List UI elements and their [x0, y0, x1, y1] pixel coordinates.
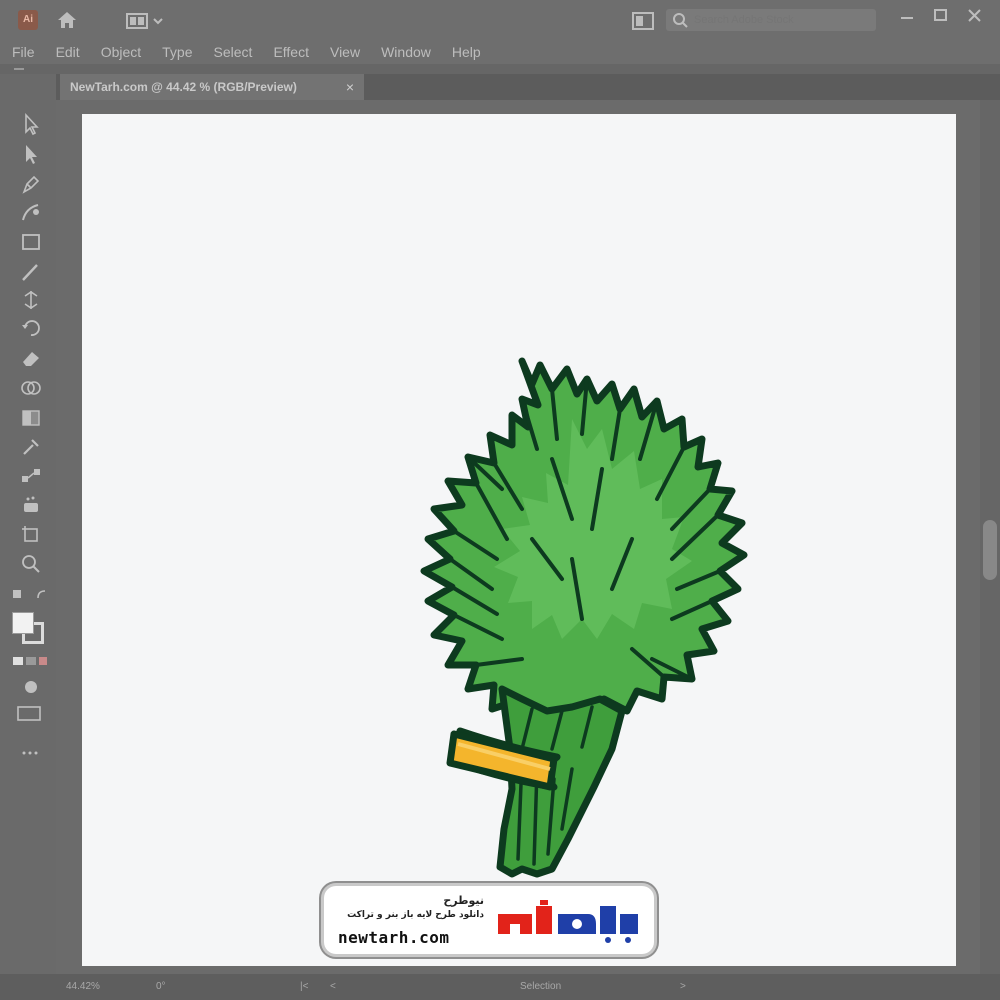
status-mode[interactable]: Selection — [520, 981, 561, 992]
status-menu-icon[interactable]: > — [680, 981, 686, 992]
fill-swatch[interactable] — [12, 612, 34, 634]
newtarh-logo — [498, 900, 638, 943]
zoom-icon[interactable] — [18, 552, 44, 576]
symbol-sprayer-icon[interactable] — [18, 494, 44, 518]
eraser-icon[interactable] — [18, 346, 44, 370]
rotate-icon[interactable] — [18, 316, 44, 340]
draw-mode-icon[interactable] — [18, 678, 44, 696]
menu-effect[interactable]: Effect — [273, 44, 309, 60]
search-box[interactable] — [666, 9, 876, 31]
selection-icon[interactable] — [18, 112, 44, 136]
screen-mode-icon[interactable] — [16, 704, 44, 722]
vertical-scrollbar[interactable] — [980, 100, 1000, 974]
document-tab-bar: NewTarh.com @ 44.42 % (RGB/Preview) × — [56, 74, 1000, 100]
menu-edit[interactable]: Edit — [56, 44, 80, 60]
pen-icon[interactable] — [18, 172, 44, 196]
search-input[interactable] — [694, 12, 864, 28]
menu-view[interactable]: View — [330, 44, 360, 60]
search-icon — [673, 13, 688, 28]
eyedropper-icon[interactable] — [18, 434, 44, 458]
menu-file[interactable]: File — [12, 44, 35, 60]
status-bar: 44.42% 0° |< < Selection > — [0, 974, 1000, 1000]
control-strip — [0, 64, 1000, 74]
blend-icon[interactable] — [18, 464, 44, 488]
arrange-documents-icon[interactable] — [632, 12, 654, 30]
minimize-icon[interactable] — [896, 6, 918, 26]
artboard-icon[interactable] — [18, 522, 44, 546]
menu-bar: File Edit Object Type Select Effect View… — [0, 40, 1000, 64]
close-window-icon[interactable] — [964, 6, 986, 26]
home-icon[interactable] — [56, 10, 78, 30]
watermark-url: newtarh.com — [338, 928, 450, 947]
color-mode-icon[interactable] — [12, 654, 52, 668]
close-tab-icon[interactable]: × — [346, 79, 354, 95]
artboard[interactable] — [82, 114, 956, 966]
menu-type[interactable]: Type — [162, 44, 192, 60]
direct-selection-icon[interactable] — [18, 142, 44, 166]
width-icon[interactable] — [18, 288, 44, 312]
document-tab-title: NewTarh.com @ 44.42 % (RGB/Preview) — [70, 80, 297, 94]
panel-collapse-handle[interactable] — [14, 68, 24, 70]
curvature-icon[interactable] — [18, 200, 44, 224]
title-bar: Ai — [0, 0, 1000, 40]
watermark-subtitle: دانلود طرح لایه باز بنر و تراکت — [347, 910, 484, 920]
document-tab[interactable]: NewTarh.com @ 44.42 % (RGB/Preview) × — [60, 74, 364, 100]
more-tools-icon[interactable] — [20, 744, 40, 755]
menu-help[interactable]: Help — [452, 44, 481, 60]
herb-bunch-illustration[interactable] — [372, 339, 792, 889]
swap-colors-icon[interactable] — [12, 588, 52, 602]
tools-panel — [0, 74, 56, 974]
app-logo: Ai — [18, 10, 38, 30]
zoom-level[interactable]: 44.42% — [66, 981, 100, 992]
restore-icon[interactable] — [930, 6, 952, 26]
shape-builder-icon[interactable] — [18, 376, 44, 400]
rectangle-icon[interactable] — [18, 230, 44, 254]
newtarh-watermark: نیوطرح دانلود طرح لایه باز بنر و تراکت n… — [324, 886, 654, 954]
first-artboard-icon[interactable]: |< — [300, 981, 308, 992]
workspace-switcher-icon[interactable] — [126, 12, 166, 30]
menu-object[interactable]: Object — [101, 44, 141, 60]
menu-window[interactable]: Window — [381, 44, 431, 60]
scroll-thumb[interactable] — [983, 520, 997, 580]
rotation-value[interactable]: 0° — [156, 981, 166, 992]
previous-artboard-icon[interactable]: < — [330, 981, 336, 992]
menu-select[interactable]: Select — [214, 44, 253, 60]
paintbrush-icon[interactable] — [18, 260, 44, 284]
fill-stroke-swatch[interactable] — [10, 610, 46, 644]
gradient-icon[interactable] — [18, 406, 44, 430]
watermark-title: نیوطرح — [443, 894, 484, 907]
